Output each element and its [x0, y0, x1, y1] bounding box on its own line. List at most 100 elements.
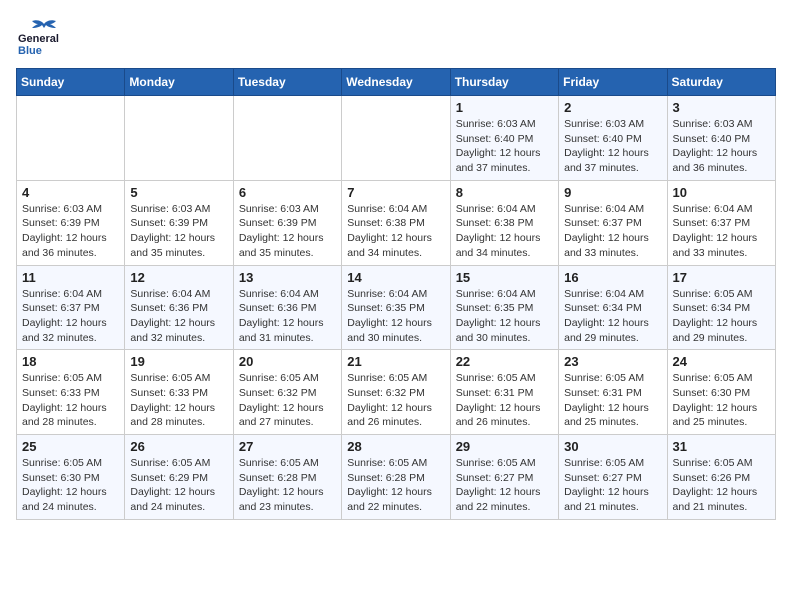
day-detail: Sunrise: 6:05 AM Sunset: 6:27 PM Dayligh…	[456, 456, 553, 515]
calendar-cell	[17, 96, 125, 181]
calendar-cell: 22 Sunrise: 6:05 AM Sunset: 6:31 PM Dayli…	[450, 350, 558, 435]
day-number: 13	[239, 270, 336, 285]
calendar-cell: 25 Sunrise: 6:05 AM Sunset: 6:30 PM Dayli…	[17, 435, 125, 520]
svg-text:General: General	[18, 33, 59, 45]
day-detail: Sunrise: 6:05 AM Sunset: 6:34 PM Dayligh…	[673, 287, 770, 346]
day-number: 2	[564, 100, 661, 115]
day-number: 27	[239, 439, 336, 454]
day-detail: Sunrise: 6:05 AM Sunset: 6:30 PM Dayligh…	[22, 456, 119, 515]
day-number: 30	[564, 439, 661, 454]
calendar-cell: 4 Sunrise: 6:03 AM Sunset: 6:39 PM Daylig…	[17, 180, 125, 265]
weekday-header: Wednesday	[342, 69, 450, 96]
calendar-table: SundayMondayTuesdayWednesdayThursdayFrid…	[16, 68, 776, 520]
page-header: General Blue	[16, 16, 776, 56]
calendar-cell: 16 Sunrise: 6:04 AM Sunset: 6:34 PM Dayli…	[559, 265, 667, 350]
calendar-cell: 13 Sunrise: 6:04 AM Sunset: 6:36 PM Dayli…	[233, 265, 341, 350]
day-number: 20	[239, 354, 336, 369]
day-number: 8	[456, 185, 553, 200]
calendar-cell: 23 Sunrise: 6:05 AM Sunset: 6:31 PM Dayli…	[559, 350, 667, 435]
day-detail: Sunrise: 6:05 AM Sunset: 6:28 PM Dayligh…	[239, 456, 336, 515]
day-detail: Sunrise: 6:05 AM Sunset: 6:29 PM Dayligh…	[130, 456, 227, 515]
calendar-cell: 19 Sunrise: 6:05 AM Sunset: 6:33 PM Dayli…	[125, 350, 233, 435]
calendar-cell: 1Sunrise: 6:03 AM Sunset: 6:40 PM Daylig…	[450, 96, 558, 181]
calendar-week-row: 1Sunrise: 6:03 AM Sunset: 6:40 PM Daylig…	[17, 96, 776, 181]
day-detail: Sunrise: 6:05 AM Sunset: 6:30 PM Dayligh…	[673, 371, 770, 430]
day-detail: Sunrise: 6:04 AM Sunset: 6:37 PM Dayligh…	[673, 202, 770, 261]
calendar-cell: 28 Sunrise: 6:05 AM Sunset: 6:28 PM Dayli…	[342, 435, 450, 520]
calendar-cell: 7 Sunrise: 6:04 AM Sunset: 6:38 PM Daylig…	[342, 180, 450, 265]
day-detail: Sunrise: 6:04 AM Sunset: 6:35 PM Dayligh…	[347, 287, 444, 346]
day-number: 4	[22, 185, 119, 200]
calendar-cell: 3 Sunrise: 6:03 AM Sunset: 6:40 PM Daylig…	[667, 96, 775, 181]
calendar-cell: 29Sunrise: 6:05 AM Sunset: 6:27 PM Dayli…	[450, 435, 558, 520]
calendar-week-row: 11 Sunrise: 6:04 AM Sunset: 6:37 PM Dayli…	[17, 265, 776, 350]
calendar-week-row: 18 Sunrise: 6:05 AM Sunset: 6:33 PM Dayli…	[17, 350, 776, 435]
calendar-cell: 5 Sunrise: 6:03 AM Sunset: 6:39 PM Daylig…	[125, 180, 233, 265]
day-number: 10	[673, 185, 770, 200]
calendar-cell: 12Sunrise: 6:04 AM Sunset: 6:36 PM Dayli…	[125, 265, 233, 350]
calendar-cell: 24 Sunrise: 6:05 AM Sunset: 6:30 PM Dayli…	[667, 350, 775, 435]
day-detail: Sunrise: 6:05 AM Sunset: 6:32 PM Dayligh…	[347, 371, 444, 430]
day-detail: Sunrise: 6:04 AM Sunset: 6:37 PM Dayligh…	[22, 287, 119, 346]
day-detail: Sunrise: 6:03 AM Sunset: 6:40 PM Dayligh…	[673, 117, 770, 176]
day-detail: Sunrise: 6:05 AM Sunset: 6:33 PM Dayligh…	[22, 371, 119, 430]
day-number: 18	[22, 354, 119, 369]
day-number: 26	[130, 439, 227, 454]
day-number: 17	[673, 270, 770, 285]
day-number: 5	[130, 185, 227, 200]
day-number: 12	[130, 270, 227, 285]
calendar-cell: 20Sunrise: 6:05 AM Sunset: 6:32 PM Dayli…	[233, 350, 341, 435]
calendar-cell: 30 Sunrise: 6:05 AM Sunset: 6:27 PM Dayli…	[559, 435, 667, 520]
weekday-header: Friday	[559, 69, 667, 96]
day-detail: Sunrise: 6:04 AM Sunset: 6:36 PM Dayligh…	[239, 287, 336, 346]
day-detail: Sunrise: 6:05 AM Sunset: 6:31 PM Dayligh…	[564, 371, 661, 430]
day-detail: Sunrise: 6:04 AM Sunset: 6:38 PM Dayligh…	[347, 202, 444, 261]
weekday-header: Tuesday	[233, 69, 341, 96]
calendar-cell: 10 Sunrise: 6:04 AM Sunset: 6:37 PM Dayli…	[667, 180, 775, 265]
day-number: 22	[456, 354, 553, 369]
day-detail: Sunrise: 6:04 AM Sunset: 6:35 PM Dayligh…	[456, 287, 553, 346]
calendar-cell: 8 Sunrise: 6:04 AM Sunset: 6:38 PM Daylig…	[450, 180, 558, 265]
day-detail: Sunrise: 6:03 AM Sunset: 6:39 PM Dayligh…	[239, 202, 336, 261]
day-detail: Sunrise: 6:05 AM Sunset: 6:28 PM Dayligh…	[347, 456, 444, 515]
weekday-header-row: SundayMondayTuesdayWednesdayThursdayFrid…	[17, 69, 776, 96]
weekday-header: Saturday	[667, 69, 775, 96]
day-number: 16	[564, 270, 661, 285]
svg-text:Blue: Blue	[18, 45, 42, 56]
calendar-week-row: 25 Sunrise: 6:05 AM Sunset: 6:30 PM Dayli…	[17, 435, 776, 520]
day-number: 3	[673, 100, 770, 115]
calendar-cell: 18 Sunrise: 6:05 AM Sunset: 6:33 PM Dayli…	[17, 350, 125, 435]
day-number: 19	[130, 354, 227, 369]
day-detail: Sunrise: 6:04 AM Sunset: 6:34 PM Dayligh…	[564, 287, 661, 346]
calendar-cell: 2 Sunrise: 6:03 AM Sunset: 6:40 PM Daylig…	[559, 96, 667, 181]
day-detail: Sunrise: 6:03 AM Sunset: 6:39 PM Dayligh…	[22, 202, 119, 261]
day-detail: Sunrise: 6:05 AM Sunset: 6:33 PM Dayligh…	[130, 371, 227, 430]
day-number: 24	[673, 354, 770, 369]
day-detail: Sunrise: 6:03 AM Sunset: 6:39 PM Dayligh…	[130, 202, 227, 261]
day-number: 15	[456, 270, 553, 285]
calendar-cell: 14 Sunrise: 6:04 AM Sunset: 6:35 PM Dayli…	[342, 265, 450, 350]
day-detail: Sunrise: 6:05 AM Sunset: 6:27 PM Dayligh…	[564, 456, 661, 515]
day-number: 14	[347, 270, 444, 285]
day-number: 28	[347, 439, 444, 454]
day-number: 6	[239, 185, 336, 200]
day-number: 23	[564, 354, 661, 369]
logo: General Blue	[16, 16, 66, 56]
day-detail: Sunrise: 6:03 AM Sunset: 6:40 PM Dayligh…	[564, 117, 661, 176]
day-number: 7	[347, 185, 444, 200]
day-number: 11	[22, 270, 119, 285]
calendar-cell: 17 Sunrise: 6:05 AM Sunset: 6:34 PM Dayli…	[667, 265, 775, 350]
calendar-week-row: 4 Sunrise: 6:03 AM Sunset: 6:39 PM Daylig…	[17, 180, 776, 265]
day-detail: Sunrise: 6:05 AM Sunset: 6:31 PM Dayligh…	[456, 371, 553, 430]
calendar-cell: 26 Sunrise: 6:05 AM Sunset: 6:29 PM Dayli…	[125, 435, 233, 520]
calendar-cell: 15 Sunrise: 6:04 AM Sunset: 6:35 PM Dayli…	[450, 265, 558, 350]
weekday-header: Sunday	[17, 69, 125, 96]
weekday-header: Monday	[125, 69, 233, 96]
day-detail: Sunrise: 6:04 AM Sunset: 6:37 PM Dayligh…	[564, 202, 661, 261]
day-number: 25	[22, 439, 119, 454]
calendar-cell: 27 Sunrise: 6:05 AM Sunset: 6:28 PM Dayli…	[233, 435, 341, 520]
day-detail: Sunrise: 6:04 AM Sunset: 6:38 PM Dayligh…	[456, 202, 553, 261]
calendar-cell: 9Sunrise: 6:04 AM Sunset: 6:37 PM Daylig…	[559, 180, 667, 265]
calendar-cell: 31Sunrise: 6:05 AM Sunset: 6:26 PM Dayli…	[667, 435, 775, 520]
day-detail: Sunrise: 6:03 AM Sunset: 6:40 PM Dayligh…	[456, 117, 553, 176]
